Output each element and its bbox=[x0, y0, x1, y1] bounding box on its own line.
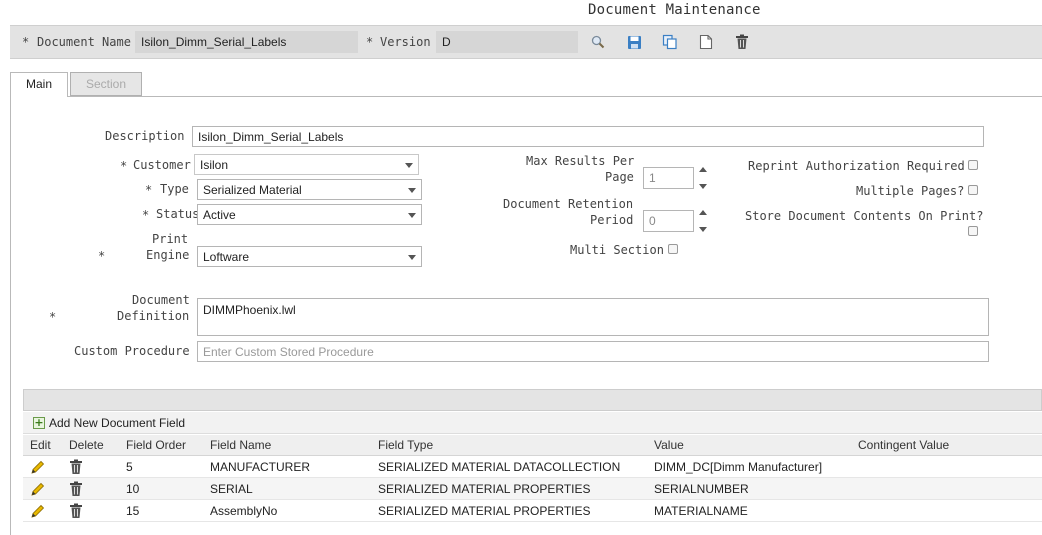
required-marker: * bbox=[120, 159, 128, 173]
type-value: Serialized Material bbox=[203, 183, 302, 197]
value-cell: DIMM_DC[Dimm Manufacturer] bbox=[654, 460, 823, 474]
save-icon[interactable] bbox=[625, 33, 643, 51]
copy-icon[interactable] bbox=[661, 33, 679, 51]
new-document-icon[interactable] bbox=[697, 33, 715, 51]
version-label: Version bbox=[380, 35, 431, 49]
table-row[interactable]: 10 SERIAL SERIALIZED MATERIAL PROPERTIES… bbox=[23, 478, 1042, 500]
print-engine-label-line1: Print bbox=[152, 232, 189, 246]
reprint-authorization-label: Reprint Authorization Required bbox=[748, 159, 965, 173]
type-label: Type bbox=[160, 182, 189, 196]
document-definition-label-line1: Document bbox=[132, 293, 190, 307]
print-engine-value: Loftware bbox=[203, 250, 250, 264]
column-header-value[interactable]: Value bbox=[654, 438, 684, 452]
max-results-spinner[interactable] bbox=[698, 167, 708, 189]
retention-label-line2: Period bbox=[590, 213, 634, 227]
max-results-label-line1: Max Results Per bbox=[526, 154, 635, 168]
custom-procedure-placeholder: Enter Custom Stored Procedure bbox=[203, 345, 374, 359]
document-name-label: Document Name bbox=[37, 35, 131, 49]
delete-icon[interactable] bbox=[733, 33, 751, 51]
required-marker: * bbox=[22, 35, 30, 49]
field-order-cell: 10 bbox=[126, 482, 140, 496]
required-marker: * bbox=[145, 183, 153, 197]
multi-section-checkbox[interactable] bbox=[668, 244, 678, 254]
chevron-up-icon[interactable] bbox=[699, 167, 707, 172]
print-engine-label-line2: Engine bbox=[146, 248, 190, 262]
grid-toolbar: + Add New Document Field bbox=[23, 412, 1042, 434]
field-name-cell: AssemblyNo bbox=[210, 504, 278, 518]
column-header-field-type[interactable]: Field Type bbox=[378, 438, 433, 452]
document-header-toolbar: * Document Name Isilon_Dimm_Serial_Label… bbox=[10, 25, 1042, 59]
chevron-down-icon bbox=[405, 163, 413, 168]
multiple-pages-checkbox[interactable] bbox=[968, 185, 978, 195]
column-header-delete[interactable]: Delete bbox=[69, 438, 104, 452]
edit-pencil-icon[interactable] bbox=[30, 503, 46, 519]
chevron-up-icon[interactable] bbox=[699, 210, 707, 215]
status-select[interactable]: Active bbox=[197, 204, 422, 225]
chevron-down-icon bbox=[408, 255, 416, 260]
print-engine-select[interactable]: Loftware bbox=[197, 246, 422, 267]
document-definition-textarea[interactable]: DIMMPhoenix.lwl bbox=[197, 298, 989, 336]
field-type-cell: SERIALIZED MATERIAL PROPERTIES bbox=[378, 482, 591, 496]
custom-procedure-input[interactable]: Enter Custom Stored Procedure bbox=[197, 341, 989, 362]
field-type-cell: SERIALIZED MATERIAL DATACOLLECTION bbox=[378, 460, 621, 474]
column-header-field-order[interactable]: Field Order bbox=[126, 438, 186, 452]
retention-label-line1: Document Retention bbox=[503, 197, 634, 211]
max-results-label-line2: Page bbox=[605, 170, 634, 184]
retention-input[interactable]: 0 bbox=[643, 210, 694, 232]
type-select[interactable]: Serialized Material bbox=[197, 179, 422, 200]
grid-title-bar bbox=[23, 389, 1042, 411]
document-definition-label-line2: Definition bbox=[117, 309, 190, 323]
status-label: Status bbox=[156, 207, 200, 221]
add-document-field-label: Add New Document Field bbox=[49, 416, 186, 430]
store-contents-checkbox[interactable] bbox=[968, 226, 978, 236]
column-header-edit[interactable]: Edit bbox=[30, 438, 51, 452]
edit-pencil-icon[interactable] bbox=[30, 459, 46, 475]
value-cell: SERIALNUMBER bbox=[654, 482, 749, 496]
field-order-cell: 15 bbox=[126, 504, 140, 518]
trash-icon[interactable] bbox=[69, 459, 85, 475]
customer-value: Isilon bbox=[200, 158, 229, 172]
field-order-cell: 5 bbox=[126, 460, 133, 474]
custom-procedure-label: Custom Procedure bbox=[74, 344, 190, 358]
customer-label: Customer bbox=[133, 158, 191, 172]
grid-header: Edit Delete Field Order Field Name Field… bbox=[23, 435, 1042, 456]
column-header-field-name[interactable]: Field Name bbox=[210, 438, 271, 452]
field-type-cell: SERIALIZED MATERIAL PROPERTIES bbox=[378, 504, 591, 518]
chevron-down-icon bbox=[408, 188, 416, 193]
max-results-input[interactable]: 1 bbox=[643, 167, 694, 189]
table-row[interactable]: 15 AssemblyNo SERIALIZED MATERIAL PROPER… bbox=[23, 500, 1042, 522]
required-marker: * bbox=[98, 249, 106, 263]
trash-icon[interactable] bbox=[69, 503, 85, 519]
retention-spinner[interactable] bbox=[698, 210, 708, 232]
column-header-contingent-value[interactable]: Contingent Value bbox=[858, 438, 949, 452]
required-marker: * bbox=[49, 310, 57, 324]
reprint-authorization-checkbox[interactable] bbox=[968, 160, 978, 170]
trash-icon[interactable] bbox=[69, 481, 85, 497]
page-title: Document Maintenance bbox=[588, 2, 761, 18]
plus-icon: + bbox=[33, 416, 45, 429]
table-row[interactable]: 5 MANUFACTURER SERIALIZED MATERIAL DATAC… bbox=[23, 456, 1042, 478]
version-input[interactable]: D bbox=[436, 31, 578, 53]
customer-select[interactable]: Isilon bbox=[194, 154, 419, 175]
multi-section-label: Multi Section bbox=[570, 243, 664, 257]
status-value: Active bbox=[203, 208, 236, 222]
chevron-down-icon bbox=[408, 213, 416, 218]
field-name-cell: MANUFACTURER bbox=[210, 460, 311, 474]
document-name-input[interactable]: Isilon_Dimm_Serial_Labels bbox=[135, 31, 358, 53]
tab-main[interactable]: Main bbox=[10, 72, 68, 97]
multiple-pages-label: Multiple Pages? bbox=[856, 184, 965, 198]
store-contents-label: Store Document Contents On Print? bbox=[745, 209, 984, 223]
tab-section[interactable]: Section bbox=[70, 72, 142, 96]
field-name-cell: SERIAL bbox=[210, 482, 253, 496]
value-cell: MATERIALNAME bbox=[654, 504, 748, 518]
required-marker: * bbox=[366, 35, 374, 49]
description-input[interactable]: Isilon_Dimm_Serial_Labels bbox=[192, 126, 984, 147]
edit-pencil-icon[interactable] bbox=[30, 481, 46, 497]
search-icon[interactable] bbox=[589, 33, 607, 51]
chevron-down-icon[interactable] bbox=[699, 227, 707, 232]
chevron-down-icon[interactable] bbox=[699, 184, 707, 189]
add-document-field-button[interactable]: + Add New Document Field bbox=[33, 415, 185, 431]
description-label: Description bbox=[105, 129, 185, 143]
required-marker: * bbox=[142, 208, 150, 222]
